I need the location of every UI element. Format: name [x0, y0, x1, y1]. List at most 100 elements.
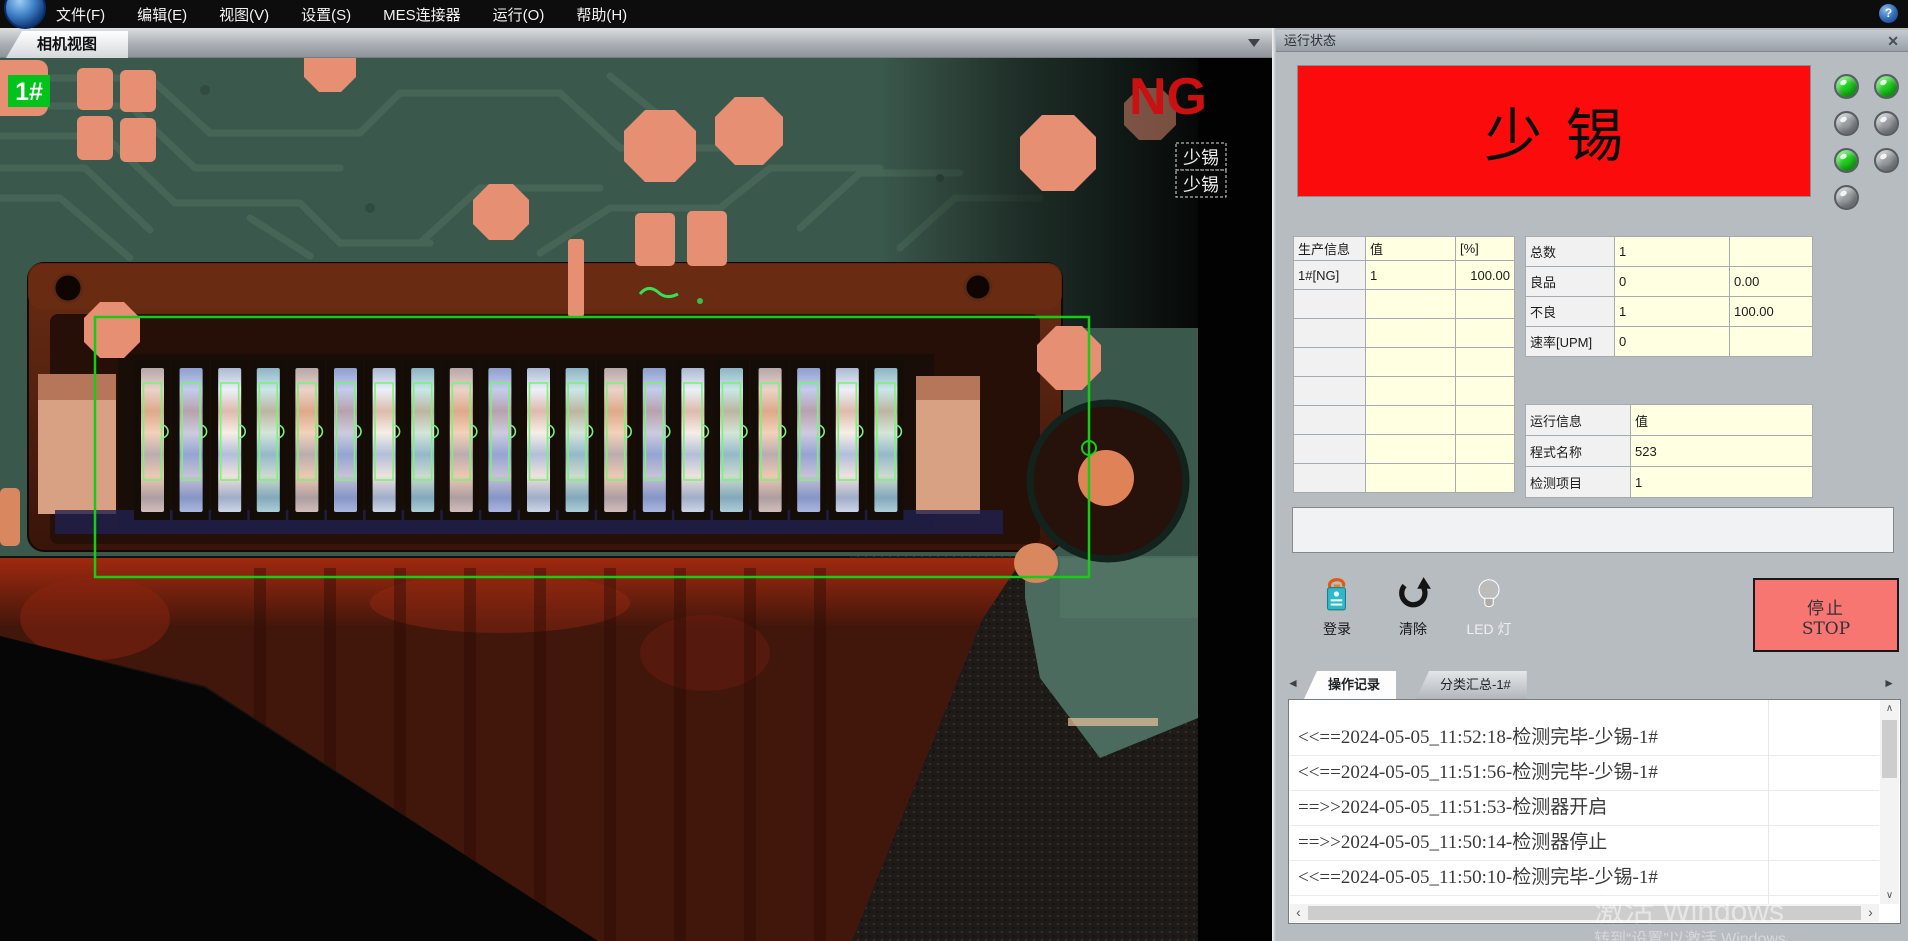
result-text: NG	[1129, 68, 1207, 126]
production-table: 生产信息 值 [%] 1#[NG]1100.00	[1293, 236, 1515, 493]
connector-pin	[366, 360, 402, 520]
panel-title-bar: 运行状态 ✕	[1276, 30, 1908, 52]
menu-file[interactable]: 文件(F)	[56, 4, 105, 25]
status-led-on	[1834, 148, 1859, 173]
table-row: 总数1	[1526, 237, 1813, 267]
refresh-icon	[1394, 575, 1432, 613]
table-cell: 1	[1366, 261, 1456, 290]
scrollbar-thumb[interactable]	[1882, 720, 1897, 778]
connector-pin	[636, 360, 672, 520]
log-tab-strip: ◄ 操作记录 分类汇总-1# ►	[1276, 668, 1908, 699]
screw-hole	[54, 274, 82, 302]
table-cell: 良品	[1526, 267, 1615, 297]
log-entry[interactable]: <<==2024-05-05_11:50:10-检测完毕-少锡-1#	[1290, 861, 1879, 896]
connector-pin	[829, 360, 865, 520]
pcb-pad-octagon	[84, 302, 140, 358]
defect-label: 少锡	[1183, 175, 1219, 195]
column-divider	[1768, 700, 1769, 904]
table-row	[1294, 464, 1515, 493]
log-entry[interactable]: ==>>2024-05-05_11:50:14-检测器停止	[1290, 826, 1879, 861]
table-cell	[1294, 290, 1366, 319]
menu-mes-connector[interactable]: MES连接器	[383, 4, 461, 25]
column-header: 值	[1631, 405, 1813, 436]
tab-scroll-left-icon[interactable]: ◄	[1287, 676, 1299, 690]
connector-pin	[867, 360, 903, 520]
scroll-up-icon[interactable]: ∧	[1880, 700, 1899, 717]
status-led-on	[1834, 74, 1859, 99]
vertical-scrollbar[interactable]: ∧ ∨	[1880, 700, 1899, 904]
table-row	[1294, 377, 1515, 406]
menu-edit[interactable]: 编辑(E)	[137, 4, 187, 25]
tab-classification-summary[interactable]: 分类汇总-1#	[1416, 671, 1527, 699]
clear-button[interactable]: 清除	[1380, 575, 1446, 639]
login-label: 登录	[1304, 619, 1370, 639]
status-result-text: 少锡	[1484, 89, 1646, 173]
stats-table: 总数1良品00.00不良1100.00速率[UPM]0	[1525, 236, 1813, 357]
clear-label: 清除	[1380, 619, 1446, 639]
tab-camera-view[interactable]: 相机视图	[6, 31, 128, 58]
connector-pin	[288, 360, 324, 520]
pcb-pad-rect	[77, 116, 113, 160]
pcb-pad-rect	[120, 70, 156, 112]
table-row	[1294, 290, 1515, 319]
cell-label: 1#	[15, 78, 43, 106]
tab-scroll-right-icon[interactable]: ►	[1883, 676, 1895, 690]
table-header-row: 运行信息 值	[1526, 405, 1813, 436]
scroll-right-icon[interactable]: ›	[1862, 904, 1879, 922]
connector-pin	[443, 360, 479, 520]
stop-button[interactable]: 停止 STOP	[1753, 578, 1899, 652]
connector-pin	[134, 360, 170, 520]
table-cell: 100.00	[1456, 261, 1515, 290]
log-list[interactable]: <<==2024-05-05_11:52:18-检测完毕-少锡-1#<<==20…	[1290, 700, 1879, 904]
table-cell	[1366, 319, 1456, 348]
status-led-grid	[1834, 74, 1906, 244]
table-cell	[1456, 377, 1515, 406]
connector-pin	[790, 360, 826, 520]
scroll-down-icon[interactable]: ∨	[1880, 887, 1899, 904]
pcb-pad-octagon	[624, 110, 696, 182]
table-cell	[1294, 377, 1366, 406]
menu-run[interactable]: 运行(O)	[493, 4, 545, 25]
log-entry[interactable]: ==>>2024-05-05_11:51:53-检测器开启	[1290, 791, 1879, 826]
led-light-label: LED 灯	[1456, 619, 1522, 639]
table-cell: 总数	[1526, 237, 1615, 267]
horizontal-scrollbar[interactable]: ‹ ›	[1290, 904, 1879, 922]
table-cell: 0	[1615, 267, 1730, 297]
mounting-hole-pad	[1078, 450, 1134, 506]
defect-label-box: 少锡	[1176, 143, 1226, 170]
table-cell	[1294, 319, 1366, 348]
badge-icon	[1318, 575, 1356, 613]
table-row	[1294, 435, 1515, 464]
windows-activation-watermark: 激活 Windows	[1594, 886, 1784, 930]
tab-operation-log[interactable]: 操作记录	[1304, 671, 1396, 699]
stop-label-en: STOP	[1755, 619, 1897, 639]
table-header-row: 生产信息 值 [%]	[1294, 237, 1515, 261]
table-cell	[1366, 348, 1456, 377]
table-cell: 不良	[1526, 297, 1615, 327]
connector-pin	[597, 360, 633, 520]
column-header: 运行信息	[1526, 405, 1631, 436]
menu-view[interactable]: 视图(V)	[219, 4, 269, 25]
camera-viewport[interactable]: 1# NG 少锡 少锡	[0, 58, 1272, 941]
help-icon[interactable]: ?	[1879, 4, 1898, 23]
connector-pin	[404, 360, 440, 520]
scroll-left-icon[interactable]: ‹	[1290, 904, 1307, 922]
chevron-down-icon[interactable]	[1248, 39, 1260, 47]
close-icon[interactable]: ✕	[1887, 30, 1899, 52]
table-cell: 1	[1615, 237, 1730, 267]
pcb-pad-rect	[77, 68, 113, 110]
pcb-pad-octagon	[473, 184, 529, 240]
table-cell: 1	[1631, 467, 1813, 498]
led-light-button[interactable]: LED 灯	[1456, 575, 1522, 639]
login-button[interactable]: 登录	[1304, 575, 1370, 639]
menu-settings[interactable]: 设置(S)	[301, 4, 351, 25]
connector-pin	[327, 360, 363, 520]
table-row: 1#[NG]1100.00	[1294, 261, 1515, 290]
app-window: 文件(F) 编辑(E) 视图(V) 设置(S) MES连接器 运行(O) 帮助(…	[0, 0, 1908, 941]
screw-hole	[965, 274, 991, 300]
log-entry[interactable]: <<==2024-05-05_11:52:18-检测完毕-少锡-1#	[1290, 721, 1879, 756]
log-entry[interactable]: <<==2024-05-05_11:51:56-检测完毕-少锡-1#	[1290, 756, 1879, 791]
camera-tab-strip: 相机视图	[0, 28, 1272, 58]
menu-help[interactable]: 帮助(H)	[576, 4, 627, 25]
table-row	[1294, 348, 1515, 377]
